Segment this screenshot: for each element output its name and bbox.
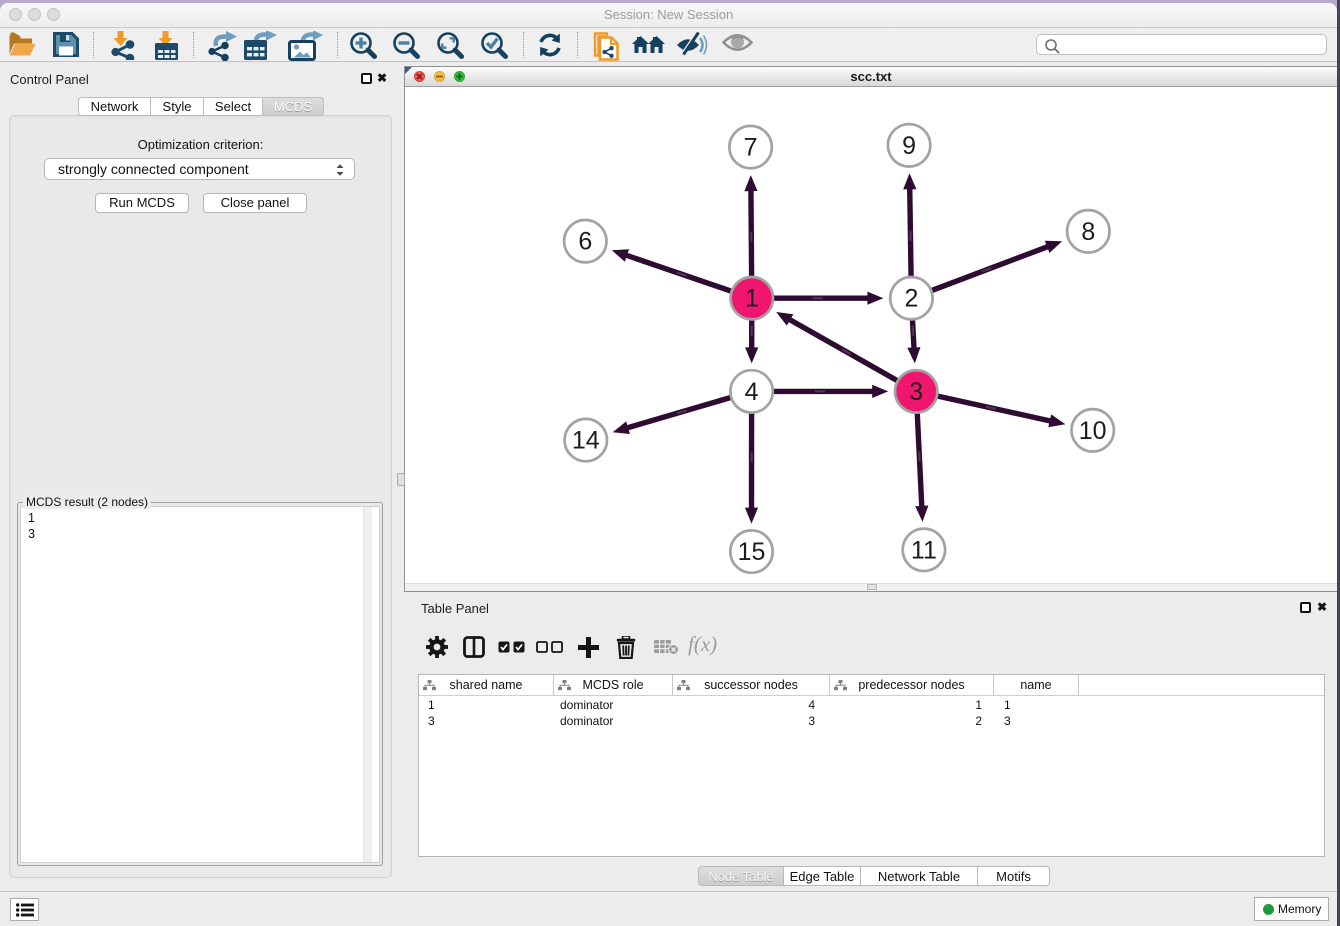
svg-text:4: 4 xyxy=(745,378,759,406)
svg-text:11: 11 xyxy=(911,536,937,564)
svg-text:10: 10 xyxy=(1079,417,1107,445)
svg-text:3: 3 xyxy=(909,378,923,406)
svg-text:6: 6 xyxy=(578,228,592,256)
svg-text:7: 7 xyxy=(744,134,758,162)
svg-text:14: 14 xyxy=(572,427,600,455)
svg-text:8: 8 xyxy=(1081,218,1095,246)
svg-text:15: 15 xyxy=(738,538,766,566)
svg-text:2: 2 xyxy=(904,285,918,313)
svg-text:9: 9 xyxy=(902,132,916,160)
svg-text:1: 1 xyxy=(745,285,759,313)
